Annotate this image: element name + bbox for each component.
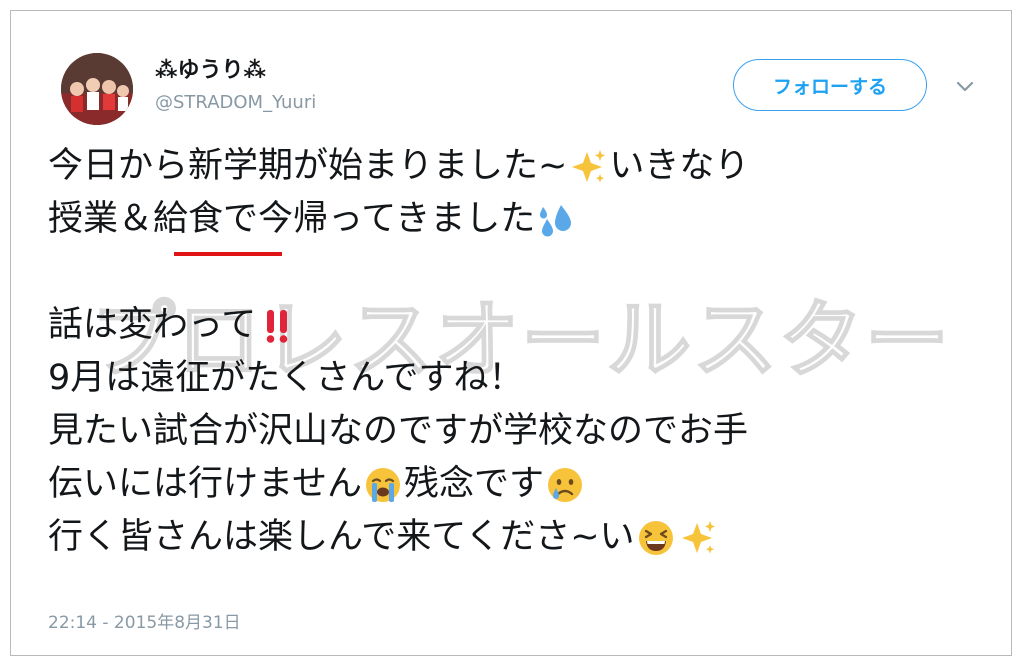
laughing-face-icon <box>637 519 675 557</box>
tweet-line: 話は変わって <box>48 299 749 352</box>
tweet-text-segment: で今帰ってきました <box>223 199 536 239</box>
sparkles-icon <box>569 148 607 186</box>
tweet-line: 見たい試合が沢山なのですが学校なのでお手 <box>48 405 749 458</box>
user-handle[interactable]: @STRADOM_Yuuri <box>155 89 316 117</box>
tweet-header: ⁂ゆうり⁂ @STRADOM_Yuuri フォローする <box>57 51 997 131</box>
tweet-line: 行く皆さんは楽しんで来てくださ~い <box>48 511 749 564</box>
tweet-text-segment: 今日から新学期が始まりました~ <box>48 146 568 186</box>
tweet-line: 授業＆ 給食 で今帰ってきました <box>48 193 749 246</box>
avatar[interactable] <box>61 53 133 125</box>
tweet-text-segment: いきなり <box>609 146 750 186</box>
tweet-text-segment: 授業＆ <box>48 199 154 239</box>
tweet-text: 今日から新学期が始まりました~ いきなり 授業＆ 給食 で今帰ってきました 話は変わ… <box>48 140 749 564</box>
tweet-text-segment: 残念です <box>403 464 544 504</box>
tweet-text-segment: 伝いには行けません <box>48 464 362 504</box>
tweet-line: 今日から新学期が始まりました~ いきなり <box>48 140 749 193</box>
tweet-text-segment: 見たい試合が沢山なのですが学校なのでお手 <box>48 411 749 451</box>
sweat-droplets-icon <box>537 201 575 239</box>
loudly-crying-face-icon <box>364 466 402 504</box>
author-names: ⁂ゆうり⁂ @STRADOM_Yuuri <box>155 57 316 117</box>
tweet-text-segment: 9月は遠征がたくさんですね！ <box>48 358 524 398</box>
chevron-down-icon[interactable] <box>953 77 977 97</box>
double-exclamation-icon <box>258 307 296 345</box>
follow-button[interactable]: フォローする <box>733 59 927 111</box>
tweet-timestamp[interactable]: 22:14 - 2015年8月31日 <box>48 608 241 633</box>
underlined-word: 給食 <box>153 199 224 239</box>
tweet-text-segment: 話は変わって <box>48 305 257 345</box>
crying-face-icon <box>546 466 584 504</box>
sparkles-icon <box>679 519 717 557</box>
tweet-line: 伝いには行けません 残念です <box>48 458 749 511</box>
tweet-text-segment: 行く皆さんは楽しんで来てくださ~い <box>48 517 635 557</box>
red-underline <box>174 252 282 256</box>
display-name[interactable]: ⁂ゆうり⁂ <box>155 57 316 85</box>
tweet-line: 9月は遠征がたくさんですね！ <box>48 352 749 405</box>
